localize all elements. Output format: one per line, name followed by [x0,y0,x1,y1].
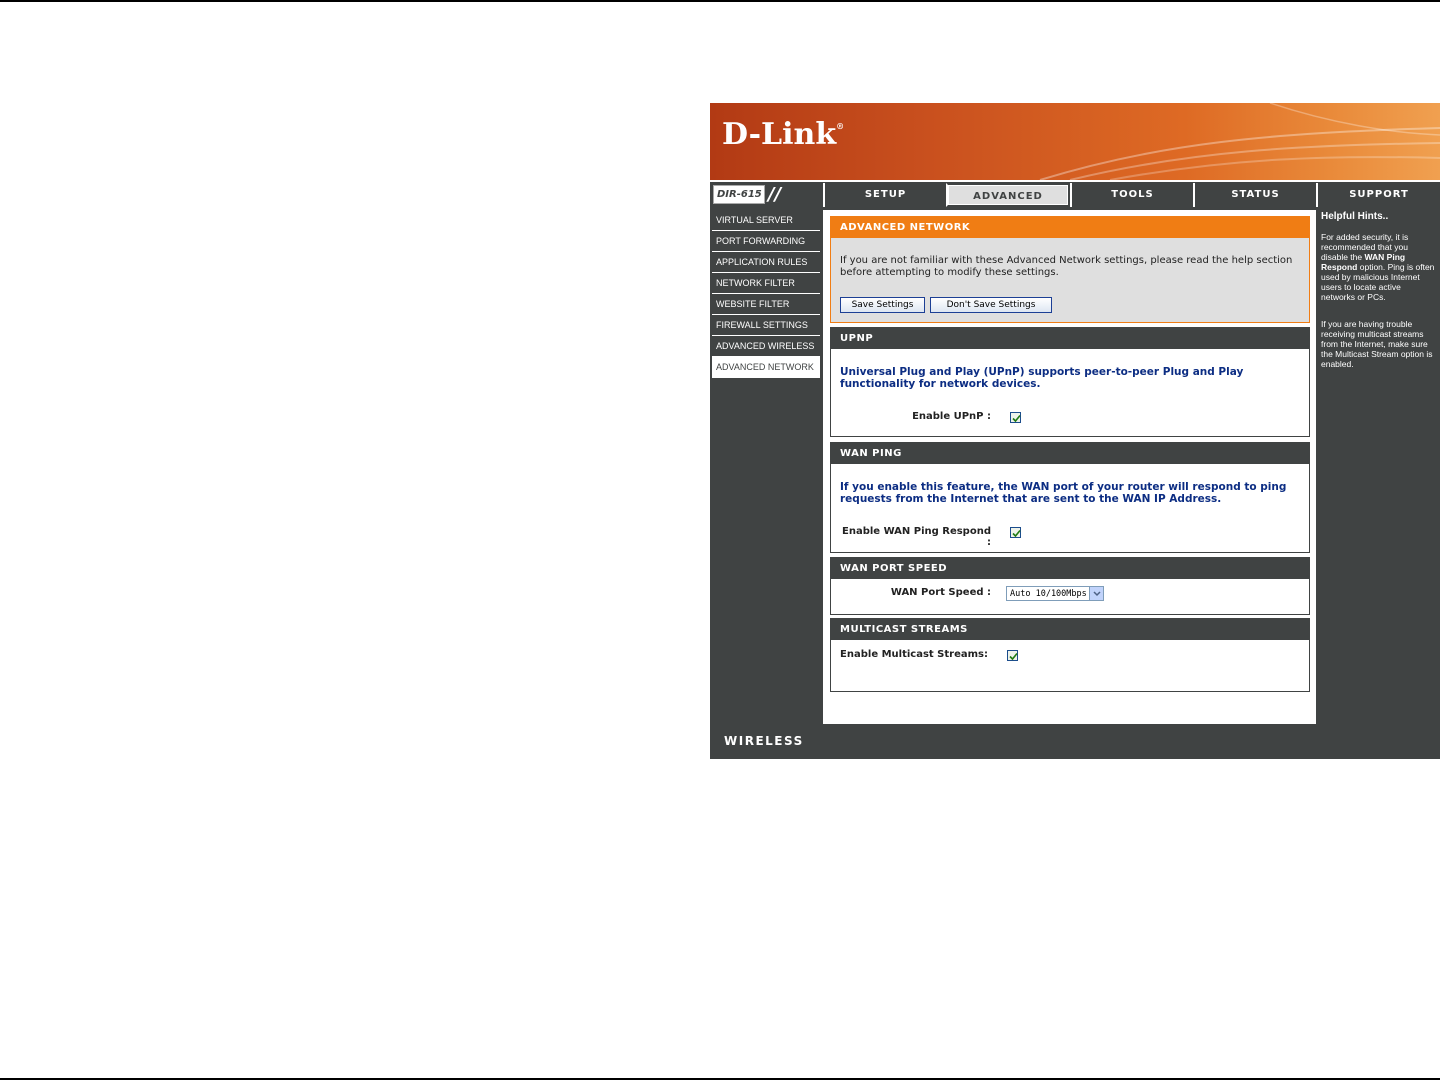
tab-status[interactable]: STATUS [1193,183,1316,207]
sidebar: VIRTUAL SERVER PORT FORWARDING APPLICATI… [710,210,822,378]
sidebar-item-advanced-network[interactable]: ADVANCED NETWORK [712,357,820,378]
tab-tools[interactable]: TOOLS [1070,183,1193,207]
wan-port-speed-label: WAN Port Speed : [890,587,991,598]
advanced-network-title: ADVANCED NETWORK [831,217,1309,238]
model-name: DIR-615 [713,185,765,204]
multicast-section: MULTICAST STREAMS Enable Multicast Strea… [830,618,1310,692]
sidebar-item-advanced-wireless[interactable]: ADVANCED WIRELESS [712,336,820,357]
wan-port-speed-select[interactable]: Auto 10/100Mbps [1006,586,1104,601]
hint-multicast: If you are having trouble receiving mult… [1321,319,1433,369]
checkmark-icon [1012,529,1021,538]
sidebar-item-website-filter[interactable]: WEBSITE FILTER [712,294,820,315]
wan-port-speed-value: Auto 10/100Mbps [1010,589,1087,599]
upnp-section: UPNP Universal Plug and Play (UPnP) supp… [830,327,1310,437]
multicast-title: MULTICAST STREAMS [831,619,1309,640]
hints-title: Helpful Hints.. [1321,211,1389,222]
helpful-hints-panel: Helpful Hints.. For added security, it i… [1318,210,1440,724]
advanced-network-section: ADVANCED NETWORK If you are not familiar… [830,216,1310,323]
header-banner: D-Link® [710,103,1440,180]
save-settings-button[interactable]: Save Settings [840,297,925,313]
enable-upnp-label: Enable UPnP : [912,411,991,422]
dlink-logo: D-Link® [722,117,845,152]
tab-setup[interactable]: SETUP [823,183,946,207]
footer-bar: WIRELESS [710,724,1440,759]
enable-multicast-label: Enable Multicast Streams: [840,649,988,660]
tab-advanced[interactable]: ADVANCED [946,183,1070,207]
sidebar-item-application-rules[interactable]: APPLICATION RULES [712,252,820,273]
checkmark-icon [1009,652,1018,661]
upnp-description: Universal Plug and Play (UPnP) supports … [840,366,1244,390]
wan-port-speed-title: WAN PORT SPEED [831,558,1309,579]
wan-port-speed-section: WAN PORT SPEED WAN Port Speed : Auto 10/… [830,557,1310,615]
checkmark-icon [1012,414,1021,423]
tab-support[interactable]: SUPPORT [1316,183,1440,207]
sidebar-item-virtual-server[interactable]: VIRTUAL SERVER [712,210,820,231]
wireless-footer-logo: WIRELESS [724,734,804,748]
sidebar-item-network-filter[interactable]: NETWORK FILTER [712,273,820,294]
wan-ping-description: If you enable this feature, the WAN port… [840,481,1287,505]
enable-upnp-checkbox[interactable] [1010,412,1021,423]
model-badge: DIR-615 // [712,184,822,206]
top-nav: DIR-615 // SETUP ADVANCED TOOLS STATUS S… [710,182,1440,208]
page-top-rule [0,0,1440,2]
dont-save-settings-button[interactable]: Don't Save Settings [930,297,1052,313]
sidebar-item-port-forwarding[interactable]: PORT FORWARDING [712,231,820,252]
main-content: ADVANCED NETWORK If you are not familiar… [823,210,1316,724]
enable-multicast-checkbox[interactable] [1007,650,1018,661]
hint-wan-ping: For added security, it is recommended th… [1321,232,1435,302]
advanced-network-intro: If you are not familiar with these Advan… [840,255,1293,278]
page-bottom-rule [0,1078,1440,1080]
model-slash-decoration: // [768,184,782,205]
wan-ping-title: WAN PING [831,443,1309,464]
chevron-down-icon[interactable] [1089,587,1103,600]
sidebar-item-firewall-settings[interactable]: FIREWALL SETTINGS [712,315,820,336]
wan-ping-section: WAN PING If you enable this feature, the… [830,442,1310,553]
enable-wan-ping-label: Enable WAN Ping Respond : [842,526,991,548]
enable-wan-ping-checkbox[interactable] [1010,527,1021,538]
upnp-title: UPNP [831,328,1309,349]
router-admin-window: D-Link® DIR-615 // SETUP ADVANCED TOOLS … [710,103,1440,759]
